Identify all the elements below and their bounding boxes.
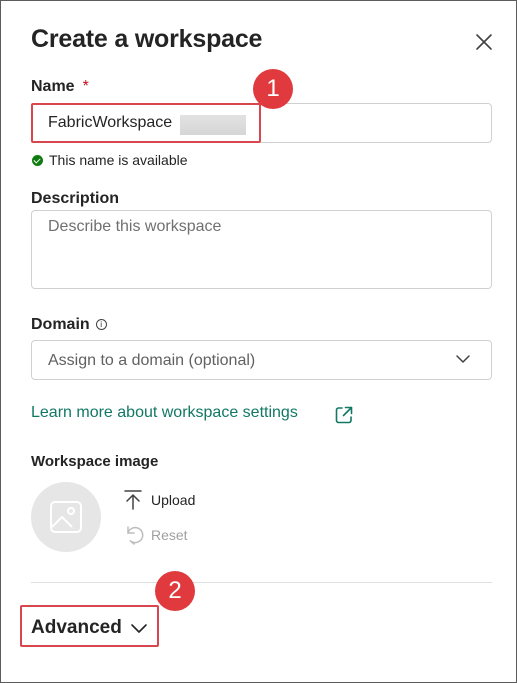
availability-text: This name is available [49,152,188,168]
chevron-down-icon[interactable] [455,353,471,365]
callout-highlight-name [31,103,261,143]
description-label: Description [31,190,120,207]
section-divider [31,582,492,583]
callout-badge-2: 2 [155,571,195,611]
create-workspace-dialog: Create a workspace Name * FabricWorkspace… [0,0,517,683]
undo-icon [127,526,144,545]
required-mark: * [82,78,89,95]
domain-label: Domain i [31,316,107,334]
info-icon[interactable]: i [95,319,107,330]
upload-label: Upload [151,492,196,508]
domain-select-placeholder[interactable]: Assign to a domain (optional) [48,352,255,370]
upload-icon [124,490,142,510]
dialog-title: Create a workspace [31,25,263,53]
close-icon[interactable] [473,31,495,53]
check-circle-icon [32,154,43,166]
domain-label-text: Domain [31,316,90,333]
name-label: Name * [31,78,89,96]
name-availability-status: This name is available [32,152,188,168]
callout-highlight-advanced [20,605,159,647]
open-external-icon[interactable] [333,404,355,426]
workspace-image-placeholder [31,482,101,552]
image-icon [50,501,82,533]
name-label-text: Name [31,78,75,95]
learn-more-link[interactable]: Learn more about workspace settings [31,404,298,422]
workspace-image-label: Workspace image [31,453,159,470]
description-placeholder[interactable]: Describe this workspace [48,218,221,236]
callout-badge-1: 1 [253,69,293,109]
reset-label: Reset [151,527,188,543]
